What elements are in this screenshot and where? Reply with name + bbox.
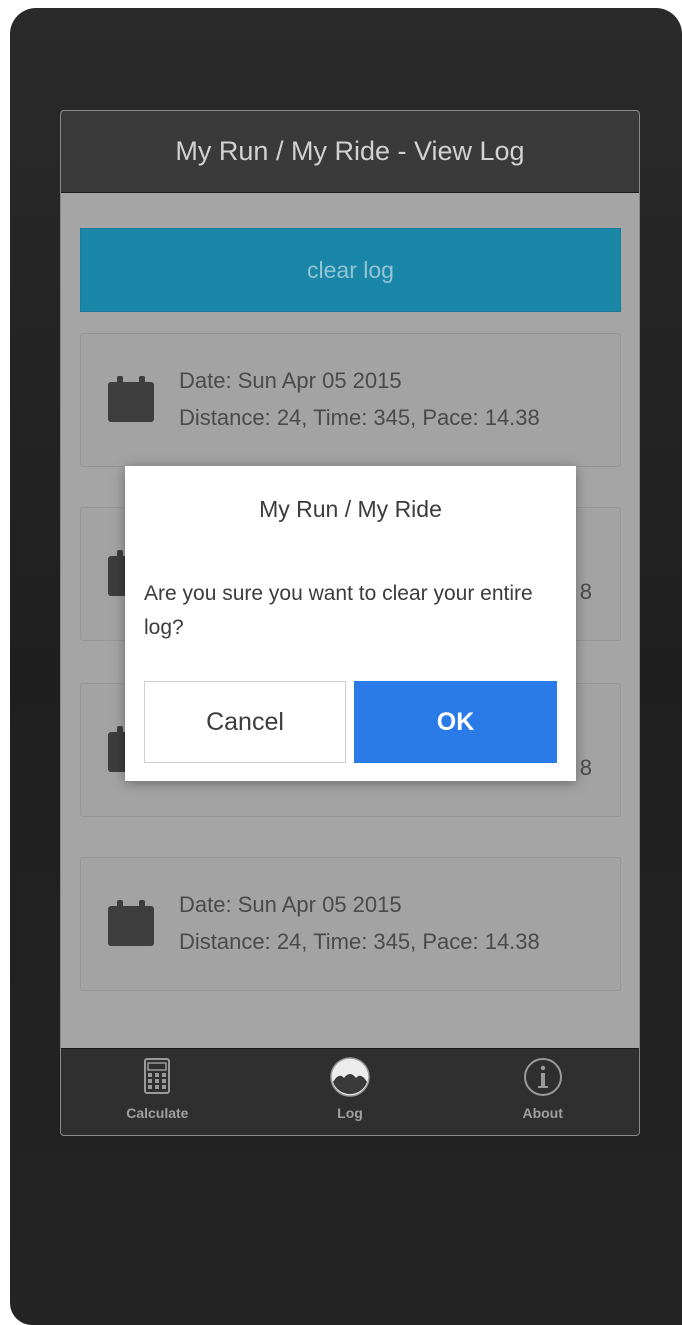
cancel-button[interactable]: Cancel: [144, 681, 346, 763]
ok-button[interactable]: OK: [354, 681, 557, 763]
modal-overlay: My Run / My Ride Are you sure you want t…: [0, 0, 682, 1325]
dialog-title: My Run / My Ride: [259, 496, 442, 522]
confirm-dialog: My Run / My Ride Are you sure you want t…: [125, 466, 576, 781]
dialog-message: Are you sure you want to clear your enti…: [144, 582, 533, 639]
